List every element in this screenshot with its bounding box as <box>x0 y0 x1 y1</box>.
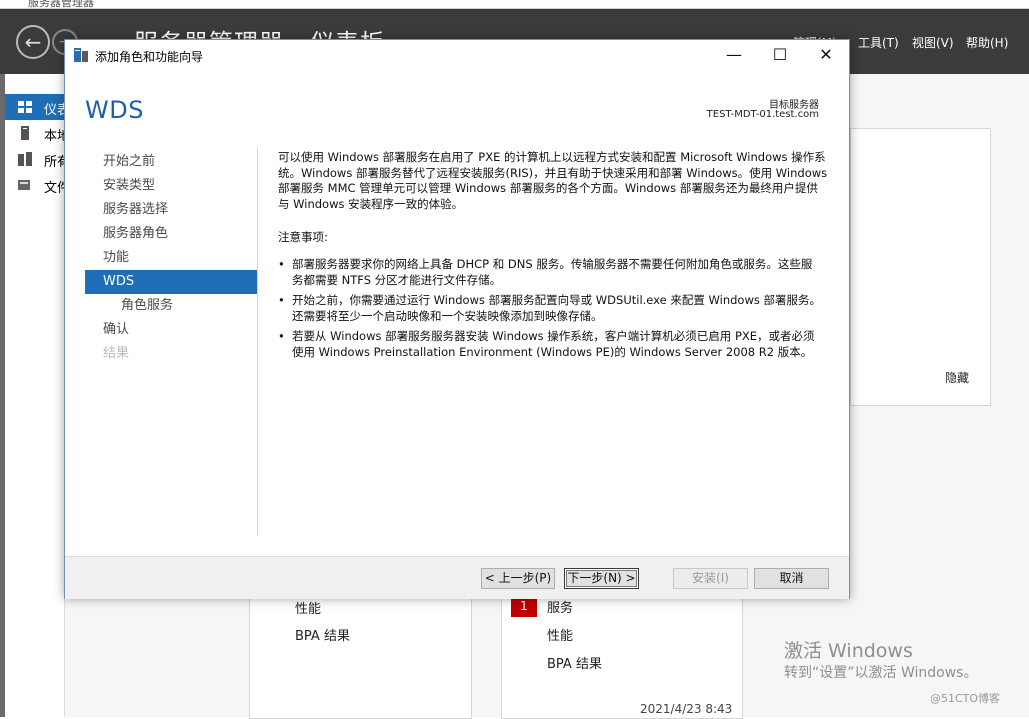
nav-item-server-selection[interactable]: 服务器选择 <box>85 198 257 222</box>
dashboard-tile-right[interactable]: 1 服务 性能 BPA 结果 <box>501 590 743 719</box>
server-icon <box>21 126 29 140</box>
bullet-icon: • <box>278 257 285 271</box>
nav-item-label: 安装类型 <box>103 178 156 193</box>
maximize-button[interactable]: ☐ <box>757 40 803 70</box>
nav-item-label: 确认 <box>103 322 130 337</box>
sidebar-item-all-servers[interactable]: 所有服务器 <box>0 146 109 172</box>
storage-icon <box>18 180 30 190</box>
minimize-icon: — <box>726 45 742 64</box>
nav-item-wds[interactable]: WDS <box>85 270 257 294</box>
maximize-icon: ☐ <box>772 45 788 64</box>
tile-line-services[interactable]: 服务 <box>547 597 573 616</box>
intro-paragraph: 可以使用 Windows 部署服务在启用了 PXE 的计算机上以远程方式安装和配… <box>278 150 828 211</box>
nav-item-role-services[interactable]: 角色服务 <box>85 294 257 318</box>
wizard-page-heading: WDS <box>85 96 144 124</box>
bullet-icon: • <box>278 293 285 307</box>
menu-view[interactable]: 视图(V) <box>912 34 954 51</box>
back-button[interactable]: ← <box>16 25 50 59</box>
hide-link[interactable]: 隐藏 <box>945 369 969 386</box>
nav-item-label: 功能 <box>103 250 130 265</box>
cancel-button[interactable]: 取消 <box>754 568 829 589</box>
menu-help[interactable]: 帮助(H) <box>966 34 1008 51</box>
watermark: @51CTO博客 <box>930 692 1001 705</box>
wizard-app-icon <box>74 48 88 62</box>
notes-title: 注意事项: <box>278 230 328 244</box>
dialog-title: 添加角色和功能向导 <box>95 50 204 64</box>
nav-item-server-roles[interactable]: 服务器角色 <box>85 222 257 246</box>
activation-subtitle: 转到“设置”以激活 Windows。 <box>784 665 978 681</box>
previous-button[interactable]: < 上一步(P) <box>481 568 555 589</box>
server-manager-titlebar: 服务器管理器 <box>0 0 1029 9</box>
nav-item-label: WDS <box>103 274 135 289</box>
install-button: 安装(I) <box>673 568 748 589</box>
tile-line-bpa[interactable]: BPA 结果 <box>295 625 350 644</box>
wizard-button-bar: < 上一步(P) 下一步(N) > 安装(I) 取消 <box>65 556 849 599</box>
next-button[interactable]: 下一步(N) > <box>564 568 639 589</box>
nav-item-before-you-begin[interactable]: 开始之前 <box>85 150 257 174</box>
dashboard-welcome-tile <box>850 128 991 406</box>
bullet-icon: • <box>278 329 285 343</box>
tile-timestamp: 2021/4/23 8:43 <box>640 702 733 716</box>
note-text: 若要从 Windows 部署服务服务器安装 Windows 操作系统，客户端计算… <box>292 329 815 359</box>
server-manager-sidebar: 仪表板 本地服务器 所有服务器 文件和存储服务 <box>0 74 135 717</box>
arrow-left-icon: ← <box>24 30 42 54</box>
nav-item-label: 开始之前 <box>103 154 156 169</box>
sidebar-item-dashboard[interactable]: 仪表板 <box>0 94 83 120</box>
nav-divider <box>257 148 258 536</box>
desktop-edge <box>0 74 5 717</box>
dialog-titlebar[interactable]: 添加角色和功能向导 — ☐ ✕ <box>65 40 849 70</box>
add-roles-wizard-dialog: 添加角色和功能向导 — ☐ ✕ WDS 目标服务器 TEST-MDT-01.te… <box>64 39 850 599</box>
nav-item-features[interactable]: 功能 <box>85 246 257 270</box>
nav-item-label: 角色服务 <box>121 298 174 313</box>
activation-title: 激活 Windows <box>784 640 913 662</box>
target-server-value: TEST-MDT-01.test.com <box>706 109 819 120</box>
menu-tools[interactable]: 工具(T) <box>858 34 899 51</box>
note-text: 开始之前，你需要通过运行 Windows 部署服务配置向导或 WDSUtil.e… <box>292 293 821 323</box>
nav-item-label: 结果 <box>103 346 130 361</box>
nav-item-installation-type[interactable]: 安装类型 <box>85 174 257 198</box>
sidebar-item-local-server[interactable]: 本地服务器 <box>0 120 109 146</box>
minimize-button[interactable]: — <box>711 40 757 70</box>
nav-item-label: 服务器角色 <box>103 226 169 241</box>
nav-item-label: 服务器选择 <box>103 202 169 217</box>
close-icon: ✕ <box>819 45 833 64</box>
tile-line-bpa[interactable]: BPA 结果 <box>547 653 602 672</box>
tile-line-performance[interactable]: 性能 <box>295 598 321 617</box>
sidebar-item-file-storage[interactable]: 文件和存储服务 <box>0 172 135 198</box>
tile-line-performance[interactable]: 性能 <box>547 625 573 644</box>
close-button[interactable]: ✕ <box>803 40 849 70</box>
nav-item-results: 结果 <box>85 342 257 366</box>
servers-icon <box>18 152 32 166</box>
dashboard-icon <box>18 101 32 113</box>
note-text: 部署服务器要求你的网络上具备 DHCP 和 DNS 服务。传输服务器不需要任何附… <box>292 257 813 287</box>
nav-item-confirmation[interactable]: 确认 <box>85 318 257 342</box>
dashboard-tile-left[interactable]: 性能 BPA 结果 <box>249 590 472 719</box>
